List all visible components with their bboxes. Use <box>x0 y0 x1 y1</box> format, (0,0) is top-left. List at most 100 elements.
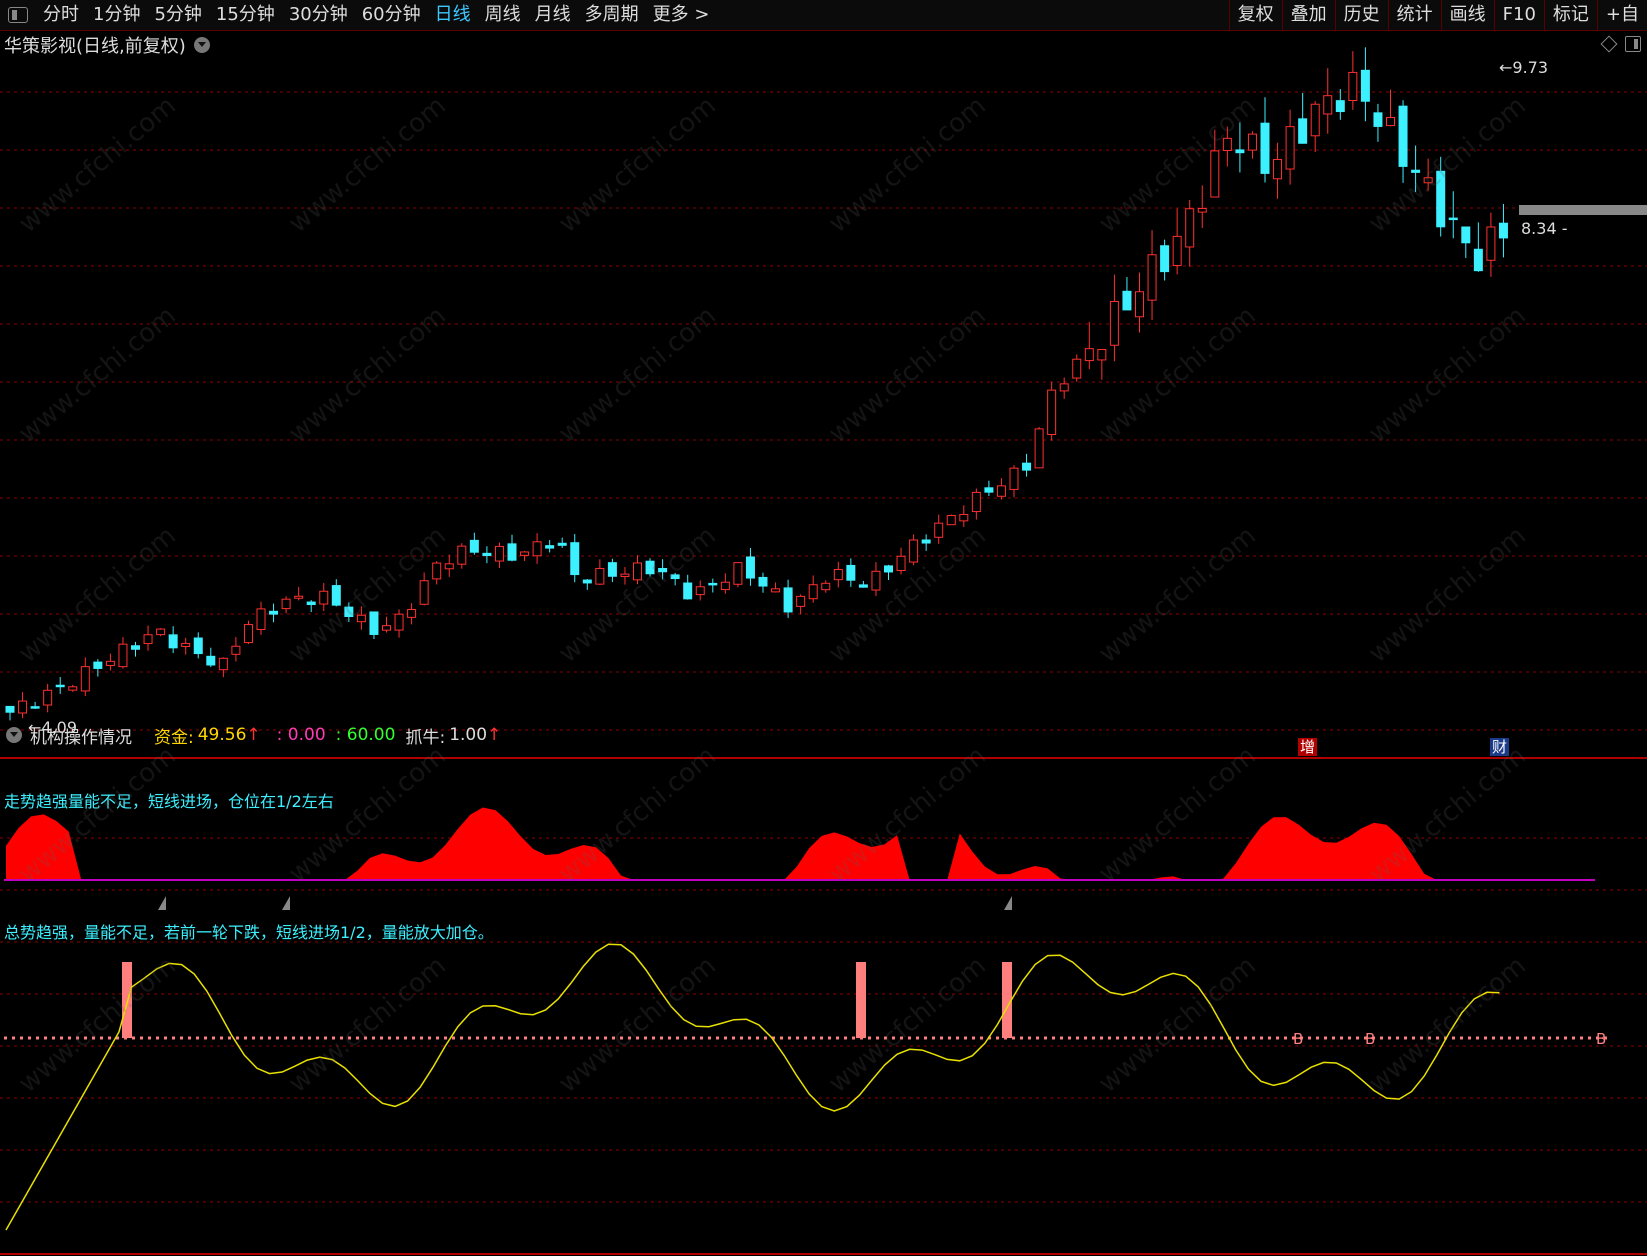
candle-body <box>896 555 906 572</box>
candle-body <box>1097 348 1107 361</box>
candle-body <box>1373 112 1383 127</box>
fund-area <box>6 807 1500 880</box>
candle-body <box>181 642 191 647</box>
candle-body <box>1210 150 1220 198</box>
candle-body <box>469 539 479 553</box>
candle-body <box>457 545 467 565</box>
candle-body <box>1273 159 1283 180</box>
candle-body <box>156 628 166 636</box>
candle-body <box>582 579 592 584</box>
candle-body <box>545 545 555 549</box>
candle-body <box>1034 428 1044 469</box>
flag-marker <box>158 896 166 910</box>
candle-body <box>984 487 994 493</box>
candle-body <box>846 564 856 581</box>
indicator-name[interactable]: 机构操作情况 <box>30 723 132 748</box>
candle-body <box>356 614 366 623</box>
line-a-value: : 0.00 <box>276 725 326 745</box>
candle-body <box>921 539 931 544</box>
candle-body <box>645 560 655 575</box>
candle-body <box>18 700 28 714</box>
candle-body <box>1135 291 1144 318</box>
candle-body <box>1386 117 1395 127</box>
fund-value: 49.56 <box>197 725 247 745</box>
last-price-bar <box>1519 205 1647 215</box>
candle-body <box>494 545 504 562</box>
candle-body <box>5 705 15 713</box>
candle-body <box>407 609 417 618</box>
candle-body <box>68 686 78 691</box>
event-badge-increase[interactable]: 增 <box>1298 738 1318 756</box>
candle-body <box>1423 177 1433 184</box>
candle-body <box>1197 207 1207 213</box>
candle-body <box>1247 133 1257 151</box>
candle-body <box>971 491 981 513</box>
candle-body <box>758 576 768 587</box>
indicator-menu-icon[interactable] <box>6 727 22 743</box>
candle-body <box>1172 235 1182 267</box>
candle-body <box>1360 69 1370 102</box>
high-price-label: ←9.73 <box>1499 58 1549 77</box>
candle-body <box>394 613 404 631</box>
candle-body <box>1109 300 1119 346</box>
candle-body <box>243 624 253 644</box>
candle-body <box>1022 462 1032 471</box>
candle-body <box>1260 122 1270 174</box>
candle-body <box>1009 467 1019 490</box>
candle-body <box>1461 226 1471 244</box>
candle-body <box>871 570 881 591</box>
candle-body <box>1436 170 1446 228</box>
candle-body <box>570 542 580 576</box>
candle-body <box>909 539 919 563</box>
candle-body <box>93 661 103 669</box>
candle-body <box>557 542 567 546</box>
candle-body <box>80 666 90 692</box>
candle-body <box>695 586 705 596</box>
candle-body <box>482 552 492 557</box>
candle-body <box>382 625 391 631</box>
candle-body <box>520 551 530 556</box>
candle-body <box>231 645 241 655</box>
up-arrow-icon: ↑ <box>487 725 502 745</box>
candle-body <box>934 522 944 538</box>
grab-label: 抓牛: <box>405 727 446 748</box>
candle-body <box>131 645 140 650</box>
candle-body <box>1160 245 1170 273</box>
candle-body <box>143 634 153 645</box>
candle-body <box>1298 118 1308 144</box>
candle-body <box>532 541 542 557</box>
candle-body <box>858 584 868 588</box>
candle-body <box>1398 105 1408 167</box>
candle-body <box>105 660 115 666</box>
signal-text-upper: 走势趋强量能不足，短线进场，仓位在1/2左右 <box>4 792 334 811</box>
candle-body <box>996 485 1006 497</box>
candle-body <box>432 562 442 580</box>
candle-body <box>1473 248 1483 272</box>
candle-body <box>1498 222 1508 239</box>
candle-body <box>1235 149 1245 154</box>
candle-body <box>959 513 969 522</box>
candle-body <box>1285 126 1295 170</box>
grab-value: 1.00 <box>449 725 488 745</box>
candle-body <box>783 587 793 613</box>
candle-body <box>633 562 642 581</box>
candle-body <box>833 568 843 581</box>
indicator-header: 机构操作情况 资金: 49.56 ↑ : 0.00 : 60.00 抓牛: 1.… <box>0 722 501 748</box>
event-badge-finance[interactable]: 财 <box>1490 738 1510 756</box>
candle-body <box>168 634 178 649</box>
candle-body <box>206 655 216 666</box>
candle-body <box>294 595 304 599</box>
candle-body <box>1486 226 1496 261</box>
candle-body <box>1310 103 1320 137</box>
candle-body <box>771 588 781 593</box>
kline-chart[interactable]: BBB <box>0 0 1647 1256</box>
buy-marker: B <box>1293 1030 1303 1048</box>
candle-body <box>306 601 316 606</box>
flag-marker <box>1004 896 1012 910</box>
candle-body <box>1323 95 1333 115</box>
strength-line <box>5 943 1500 1231</box>
candle-body <box>444 563 454 570</box>
candle-body <box>1448 217 1458 221</box>
candle-body <box>419 580 429 605</box>
candle-body <box>193 637 203 655</box>
